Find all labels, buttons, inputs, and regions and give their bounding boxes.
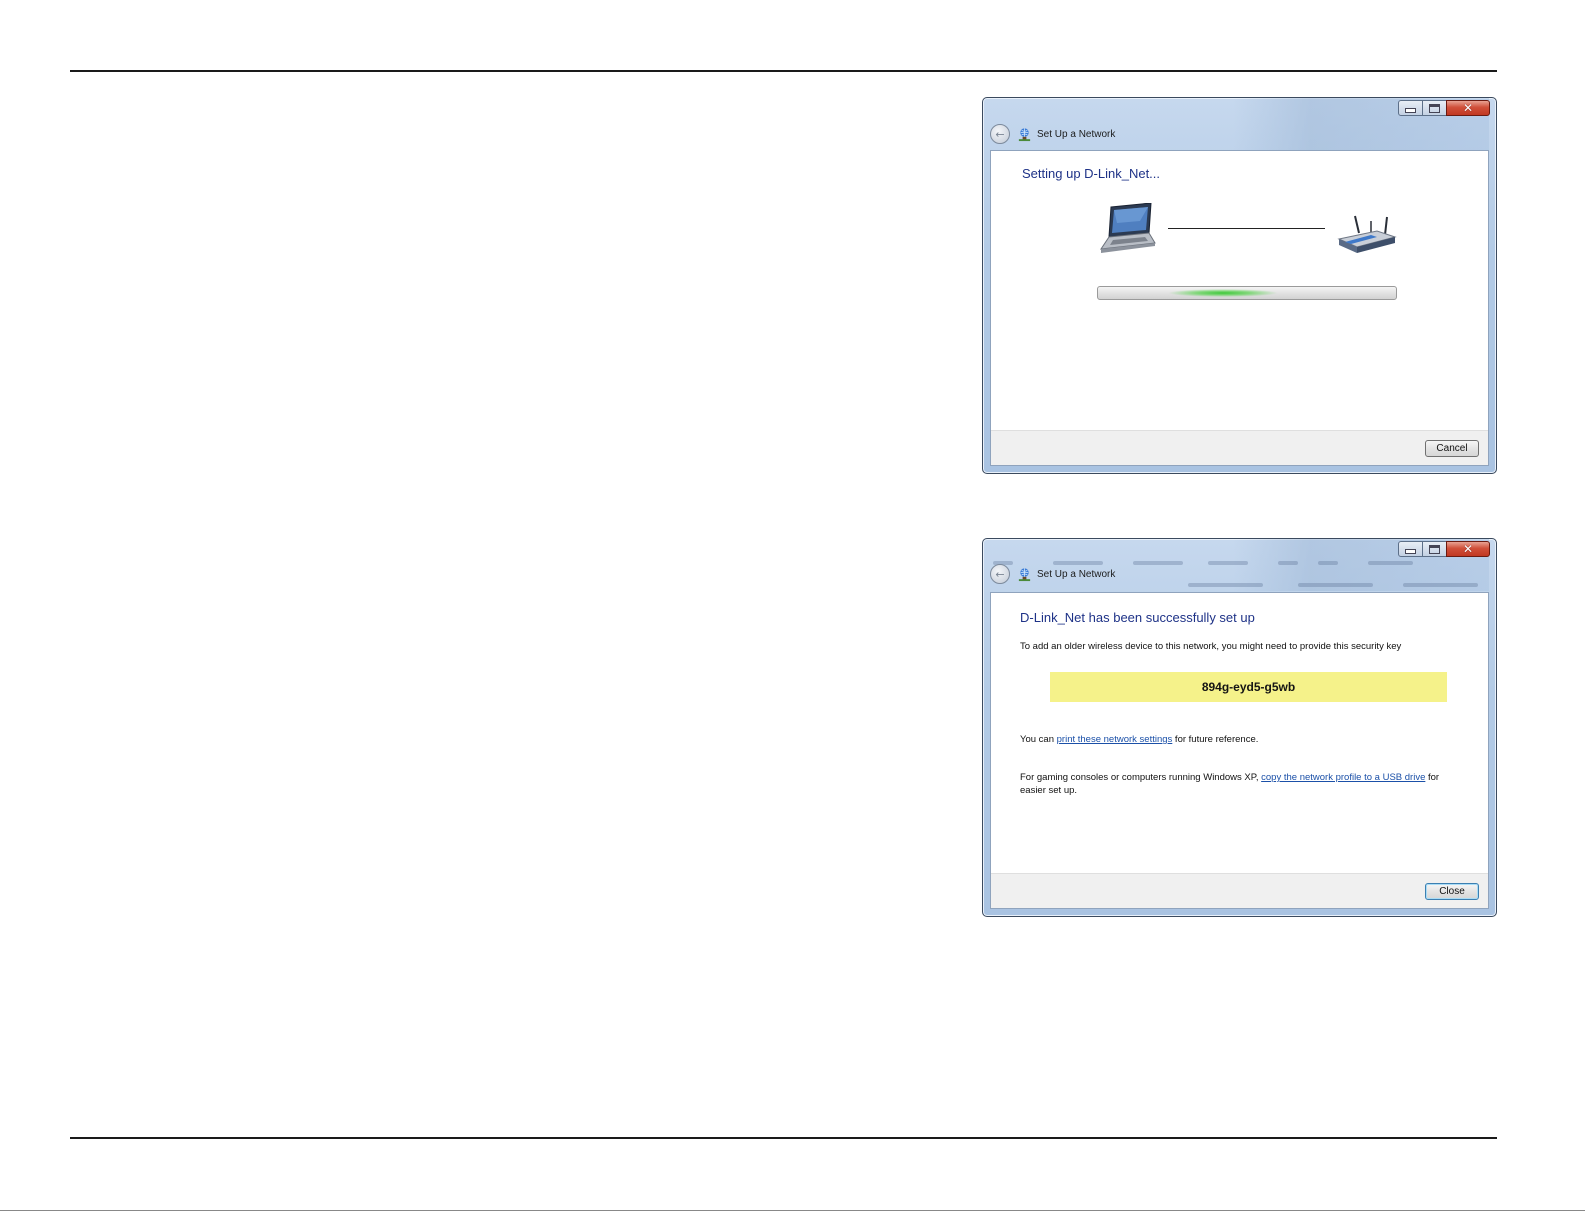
- maximize-button[interactable]: [1422, 541, 1447, 557]
- top-divider-rule: [70, 70, 1497, 72]
- back-button[interactable]: ←: [990, 124, 1010, 144]
- bottom-divider-rule: [70, 1137, 1497, 1139]
- security-key-value: 894g-eyd5-g5wb: [1201, 680, 1296, 694]
- success-heading: D-Link_Net has been successfully set up: [1020, 610, 1255, 625]
- maximize-icon: [1429, 544, 1440, 554]
- dialog-navbar: ← Set Up a Network: [990, 124, 1115, 144]
- dialog-content: D-Link_Net has been successfully set up …: [990, 592, 1489, 909]
- dialog-content: Setting up D-Link_Net... Cancel: [990, 150, 1489, 466]
- print-settings-line: You can print these network settings for…: [1020, 733, 1470, 746]
- network-setup-icon: [1018, 567, 1031, 581]
- window-title: Set Up a Network: [1037, 128, 1116, 140]
- usb-profile-line: For gaming consoles or computers running…: [1020, 771, 1465, 797]
- cancel-button[interactable]: Cancel: [1425, 440, 1479, 457]
- window-title: Set Up a Network: [1037, 568, 1116, 580]
- page-bottom-edge: [0, 1210, 1585, 1211]
- setup-success-dialog: ✕ ← Set Up a Network D-Link_Net has been…: [982, 538, 1497, 917]
- usb-prefix-text: For gaming consoles or computers running…: [1020, 772, 1262, 783]
- minimize-icon: [1405, 108, 1416, 113]
- close-window-button[interactable]: ✕: [1446, 541, 1490, 557]
- minimize-button[interactable]: [1398, 541, 1423, 557]
- print-prefix-text: You can: [1020, 734, 1057, 745]
- maximize-icon: [1429, 103, 1440, 113]
- setup-progress-dialog: ✕ ← Set Up a Network Setting up D-Link_N…: [982, 97, 1497, 474]
- progress-marquee: [1168, 289, 1278, 297]
- print-settings-link[interactable]: print these network settings: [1057, 734, 1173, 745]
- caption-buttons: ✕: [1398, 541, 1490, 557]
- close-window-button[interactable]: ✕: [1446, 100, 1490, 116]
- setup-heading: Setting up D-Link_Net...: [1022, 166, 1161, 181]
- back-arrow-icon: ←: [995, 567, 1005, 581]
- network-setup-icon: [1018, 127, 1031, 141]
- copy-profile-usb-link[interactable]: copy the network profile to a USB drive: [1261, 772, 1425, 783]
- dialog-navbar: ← Set Up a Network: [990, 564, 1115, 584]
- close-button[interactable]: Close: [1425, 883, 1479, 900]
- print-suffix-text: for future reference.: [1172, 734, 1259, 745]
- close-x-icon: ✕: [1462, 101, 1474, 115]
- security-key-box: 894g-eyd5-g5wb: [1050, 672, 1447, 702]
- close-x-icon: ✕: [1462, 542, 1474, 556]
- minimize-icon: [1405, 549, 1416, 554]
- maximize-button[interactable]: [1422, 100, 1447, 116]
- laptop-icon: [1099, 203, 1156, 253]
- minimize-button[interactable]: [1398, 100, 1423, 116]
- wireless-router-icon: [1337, 215, 1397, 253]
- setup-progress-bar: [1097, 286, 1397, 300]
- back-arrow-icon: ←: [995, 127, 1005, 141]
- dialog-footer: Close: [991, 873, 1488, 908]
- dialog-footer: Cancel: [991, 430, 1488, 465]
- connection-line: [1168, 228, 1325, 229]
- security-key-instruction: To add an older wireless device to this …: [1020, 641, 1402, 652]
- caption-buttons: ✕: [1398, 100, 1490, 116]
- back-button[interactable]: ←: [990, 564, 1010, 584]
